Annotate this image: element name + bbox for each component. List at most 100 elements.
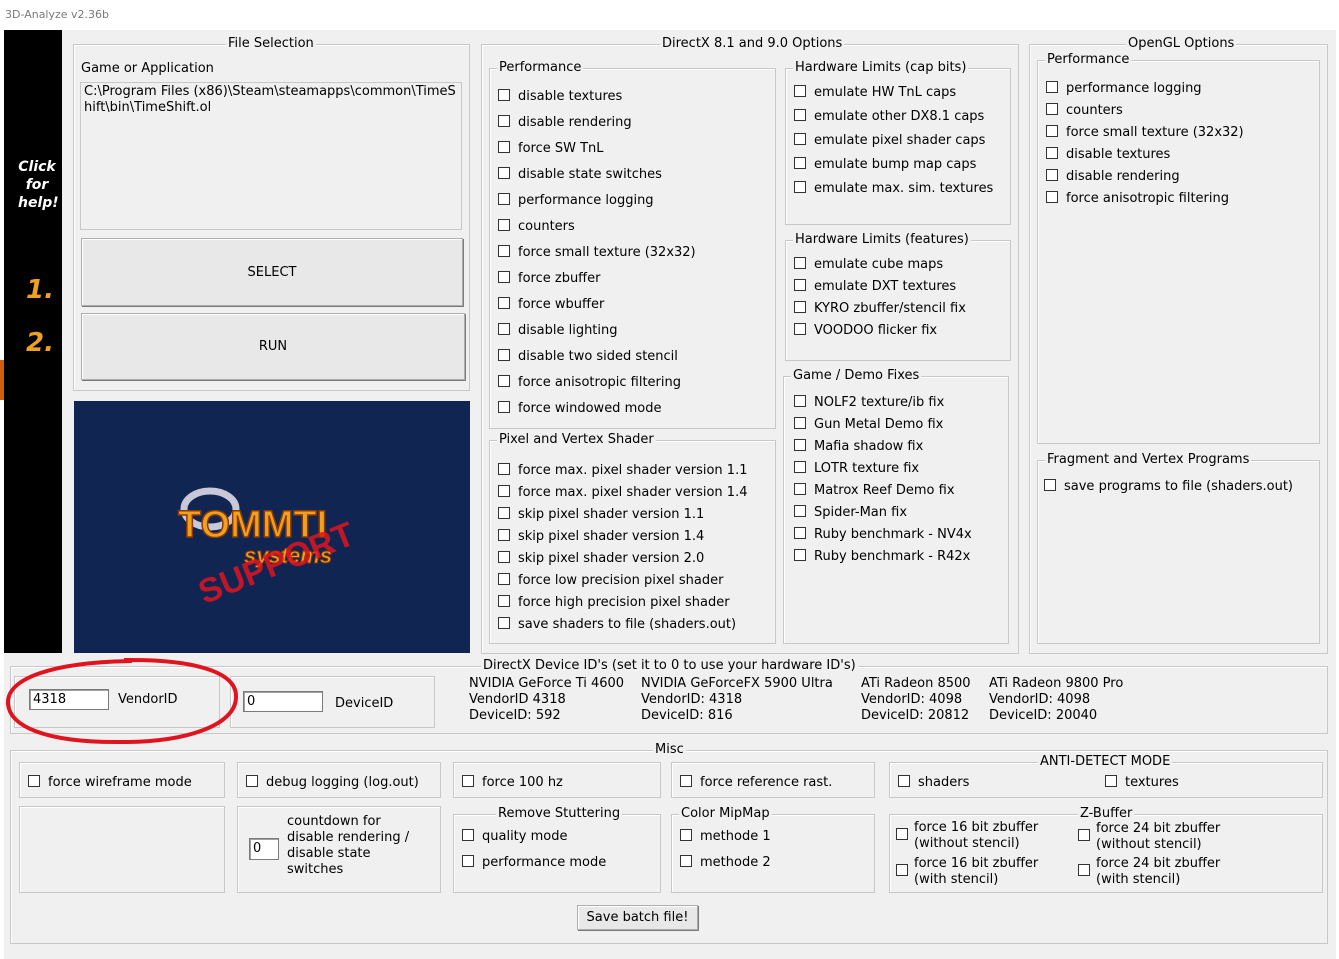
checkbox-box[interactable] — [498, 529, 510, 541]
ogl-counters-checkbox[interactable]: counters — [1046, 103, 1123, 119]
checkbox-box[interactable] — [1078, 829, 1090, 841]
game-fix-spider-man-fix-checkbox[interactable]: Spider-Man fix — [794, 505, 907, 521]
help-text[interactable]: Click for help! — [18, 158, 59, 212]
game-fix-matrox-reef-demo-fix-checkbox[interactable]: Matrox Reef Demo fix — [794, 483, 955, 499]
hw-caps-emulate-pixel-shader-caps-checkbox[interactable]: emulate pixel shader caps — [794, 133, 985, 149]
dx-shader-skip-pixel-shader-version-2-0-checkbox[interactable]: skip pixel shader version 2.0 — [498, 551, 704, 567]
dx-perf-force-wbuffer-checkbox[interactable]: force wbuffer — [498, 297, 604, 313]
dx-perf-force-small-texture-32x32-checkbox[interactable]: force small texture (32x32) — [498, 245, 696, 261]
checkbox-box[interactable] — [794, 549, 806, 561]
zbuffer-option-3-checkbox[interactable] — [1078, 829, 1098, 845]
game-fix-ruby-benchmark-r42x-checkbox[interactable]: Ruby benchmark - R42x — [794, 549, 970, 565]
dx-perf-disable-textures-checkbox[interactable]: disable textures — [498, 89, 622, 105]
ogl-disable-textures-checkbox[interactable]: disable textures — [1046, 147, 1170, 163]
checkbox-box[interactable] — [1046, 191, 1058, 203]
checkbox-box[interactable] — [794, 85, 806, 97]
checkbox-box[interactable] — [498, 485, 510, 497]
zbuffer-option-1-checkbox[interactable] — [896, 828, 916, 844]
checkbox-box[interactable] — [1046, 103, 1058, 115]
checkbox-box[interactable] — [794, 133, 806, 145]
force-reference-rast-checkbox[interactable]: force reference rast. — [680, 775, 832, 791]
ogl-fragment-save-programs-to-file-shaders-out-checkbox[interactable]: save programs to file (shaders.out) — [1044, 479, 1293, 495]
game-fix-ruby-benchmark-nv4x-checkbox[interactable]: Ruby benchmark - NV4x — [794, 527, 972, 543]
help-strip[interactable]: Click for help! 1. 2. — [4, 30, 62, 653]
ogl-disable-rendering-checkbox[interactable]: disable rendering — [1046, 169, 1180, 185]
checkbox-box[interactable] — [498, 595, 510, 607]
dx-shader-skip-pixel-shader-version-1-4-checkbox[interactable]: skip pixel shader version 1.4 — [498, 529, 704, 545]
dx-perf-disable-rendering-checkbox[interactable]: disable rendering — [498, 115, 632, 131]
checkbox-box[interactable] — [680, 829, 692, 841]
force-100hz-checkbox[interactable]: force 100 hz — [462, 775, 563, 791]
zbuffer-option-2-checkbox[interactable] — [896, 864, 916, 880]
hw-caps-emulate-other-dx8-1-caps-checkbox[interactable]: emulate other DX8.1 caps — [794, 109, 984, 125]
checkbox-box[interactable] — [498, 89, 510, 101]
dx-shader-save-shaders-to-file-shaders-out-checkbox[interactable]: save shaders to file (shaders.out) — [498, 617, 736, 633]
dx-shader-force-high-precision-pixel-shader-checkbox[interactable]: force high precision pixel shader — [498, 595, 730, 611]
checkbox-box[interactable] — [462, 775, 474, 787]
checkbox-box[interactable] — [896, 864, 908, 876]
checkbox-box[interactable] — [498, 115, 510, 127]
game-fix-gun-metal-demo-fix-checkbox[interactable]: Gun Metal Demo fix — [794, 417, 943, 433]
checkbox-box[interactable] — [498, 463, 510, 475]
checkbox-box[interactable] — [680, 775, 692, 787]
performance-mode-checkbox[interactable]: performance mode — [462, 855, 606, 871]
checkbox-box[interactable] — [794, 157, 806, 169]
methode-1-checkbox[interactable]: methode 1 — [680, 829, 771, 845]
checkbox-box[interactable] — [246, 775, 258, 787]
dx-shader-force-max-pixel-shader-version-1-4-checkbox[interactable]: force max. pixel shader version 1.4 — [498, 485, 747, 501]
checkbox-box[interactable] — [794, 279, 806, 291]
checkbox-box[interactable] — [498, 219, 510, 231]
dx-shader-force-low-precision-pixel-shader-checkbox[interactable]: force low precision pixel shader — [498, 573, 723, 589]
checkbox-box[interactable] — [794, 323, 806, 335]
checkbox-box[interactable] — [1046, 125, 1058, 137]
dx-perf-force-anisotropic-filtering-checkbox[interactable]: force anisotropic filtering — [498, 375, 681, 391]
checkbox-box[interactable] — [794, 483, 806, 495]
checkbox-box[interactable] — [498, 323, 510, 335]
checkbox-box[interactable] — [1046, 81, 1058, 93]
dx-perf-force-zbuffer-checkbox[interactable]: force zbuffer — [498, 271, 600, 287]
checkbox-box[interactable] — [794, 505, 806, 517]
run-button[interactable]: RUN — [81, 313, 465, 380]
checkbox-box[interactable] — [498, 401, 510, 413]
anti-detect-textures-checkbox[interactable]: textures — [1105, 775, 1179, 791]
game-fix-lotr-texture-fix-checkbox[interactable]: LOTR texture fix — [794, 461, 919, 477]
checkbox-box[interactable] — [498, 507, 510, 519]
device-id-input[interactable]: 0 — [243, 691, 323, 712]
game-fix-nolf2-texture-ib-fix-checkbox[interactable]: NOLF2 texture/ib fix — [794, 395, 944, 411]
checkbox-box[interactable] — [498, 573, 510, 585]
checkbox-box[interactable] — [794, 109, 806, 121]
game-fix-mafia-shadow-fix-checkbox[interactable]: Mafia shadow fix — [794, 439, 923, 455]
checkbox-box[interactable] — [1044, 479, 1056, 491]
dx-perf-disable-two-sided-stencil-checkbox[interactable]: disable two sided stencil — [498, 349, 678, 365]
checkbox-box[interactable] — [794, 461, 806, 473]
dx-perf-force-sw-tnl-checkbox[interactable]: force SW TnL — [498, 141, 604, 157]
checkbox-box[interactable] — [896, 828, 908, 840]
hw-caps-emulate-max-sim-textures-checkbox[interactable]: emulate max. sim. textures — [794, 181, 993, 197]
countdown-input[interactable]: 0 — [249, 838, 279, 860]
ogl-force-anisotropic-filtering-checkbox[interactable]: force anisotropic filtering — [1046, 191, 1229, 207]
hw-features-voodoo-flicker-fix-checkbox[interactable]: VOODOO flicker fix — [794, 323, 937, 339]
checkbox-box[interactable] — [498, 297, 510, 309]
debug-logging-checkbox[interactable]: debug logging (log.out) — [246, 775, 419, 791]
checkbox-box[interactable] — [794, 395, 806, 407]
save-batch-file-button[interactable]: Save batch file! — [577, 905, 698, 930]
hw-features-kyro-zbuffer-stencil-fix-checkbox[interactable]: KYRO zbuffer/stencil fix — [794, 301, 966, 317]
ogl-performance-logging-checkbox[interactable]: performance logging — [1046, 81, 1202, 97]
dx-perf-disable-state-switches-checkbox[interactable]: disable state switches — [498, 167, 662, 183]
checkbox-box[interactable] — [794, 181, 806, 193]
dx-shader-force-max-pixel-shader-version-1-1-checkbox[interactable]: force max. pixel shader version 1.1 — [498, 463, 747, 479]
checkbox-box[interactable] — [1046, 169, 1058, 181]
anti-detect-shaders-checkbox[interactable]: shaders — [898, 775, 969, 791]
methode-2-checkbox[interactable]: methode 2 — [680, 855, 771, 871]
checkbox-box[interactable] — [680, 855, 692, 867]
checkbox-box[interactable] — [498, 193, 510, 205]
checkbox-box[interactable] — [794, 301, 806, 313]
checkbox-box[interactable] — [794, 257, 806, 269]
hw-features-emulate-dxt-textures-checkbox[interactable]: emulate DXT textures — [794, 279, 956, 295]
path-display[interactable]: C:\Program Files (x86)\Steam\steamapps\c… — [80, 82, 462, 230]
checkbox-box[interactable] — [498, 271, 510, 283]
checkbox-box[interactable] — [794, 527, 806, 539]
checkbox-box[interactable] — [498, 349, 510, 361]
checkbox-box[interactable] — [794, 439, 806, 451]
hw-caps-emulate-hw-tnl-caps-checkbox[interactable]: emulate HW TnL caps — [794, 85, 956, 101]
